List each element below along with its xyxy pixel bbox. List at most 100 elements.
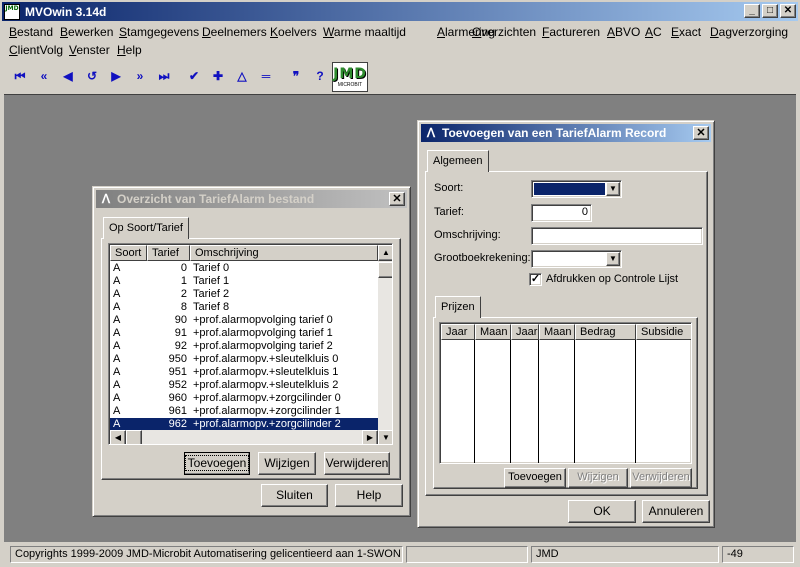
- tariff-list[interactable]: Soort Tarief Omschrijving A 0 Tarief 0 A 1 Ta…: [108, 243, 393, 445]
- overview-tab-panel: Soort Tarief Omschrijving A 0 Tarief 0 A 1 Ta…: [101, 238, 401, 480]
- refresh-icon[interactable]: ↺: [82, 66, 102, 86]
- prices-add-button[interactable]: Toevoegen: [504, 468, 566, 488]
- scroll-left-icon[interactable]: ◀: [110, 430, 126, 444]
- scroll-down-icon[interactable]: ▼: [378, 430, 392, 444]
- prev-record-icon[interactable]: ◀: [58, 66, 78, 86]
- column-maand-1[interactable]: Maan: [475, 324, 511, 340]
- cancel-button[interactable]: Annuleren: [642, 500, 710, 523]
- menu-overzichten[interactable]: Overzichten: [472, 25, 536, 39]
- overview-help-button[interactable]: Help: [335, 484, 403, 507]
- column-maand-2[interactable]: Maan: [539, 324, 575, 340]
- list-item[interactable]: A 8 Tarief 8: [110, 301, 378, 314]
- list-item[interactable]: A 92 +prof.alarmopvolging tarief 2: [110, 340, 378, 353]
- cell-omschrijving: +prof.alarmopvolging tarief 0: [193, 314, 333, 326]
- list-item[interactable]: A 951 +prof.alarmopv.+sleutelkluis 1: [110, 366, 378, 379]
- menu-help[interactable]: Help: [117, 43, 142, 57]
- column-subsidie[interactable]: Subsidie: [636, 324, 691, 340]
- list-vertical-scrollbar[interactable]: ▲: [378, 245, 392, 430]
- menu-factureren[interactable]: Factureren: [542, 25, 600, 39]
- scroll-up-icon[interactable]: ▲: [378, 245, 392, 261]
- column-jaar-2[interactable]: Jaar: [511, 324, 539, 340]
- list-item[interactable]: A 90 +prof.alarmopvolging tarief 0: [110, 314, 378, 327]
- hscroll-thumb[interactable]: [126, 430, 142, 444]
- add-dialog-close-icon[interactable]: ✕: [693, 126, 709, 140]
- status-user: JMD: [531, 546, 719, 563]
- list-item[interactable]: A 0 Tarief 0: [110, 262, 378, 275]
- scroll-thumb[interactable]: [378, 262, 392, 278]
- first-record-icon[interactable]: ⏮: [10, 66, 30, 86]
- cell-soort: A: [113, 262, 121, 274]
- overview-dialog-title-bar[interactable]: ⴷ Overzicht van TariefAlarm bestand ✕: [96, 190, 407, 208]
- tarief-input[interactable]: 0: [531, 204, 592, 222]
- column-soort[interactable]: Soort: [110, 245, 147, 261]
- overview-delete-button[interactable]: Verwijderen: [324, 452, 390, 475]
- tab-op-soort-tarief[interactable]: Op Soort/Tarief: [103, 217, 189, 239]
- prices-delete-button[interactable]: Verwijderen: [630, 468, 692, 488]
- list-horizontal-scrollbar[interactable]: ◀ ▶ ▼: [110, 430, 392, 444]
- edit-icon[interactable]: △: [232, 66, 252, 86]
- soort-combo[interactable]: ▼: [531, 180, 622, 198]
- next-page-icon[interactable]: »: [130, 66, 150, 86]
- column-omschrijving[interactable]: Omschrijving: [190, 245, 378, 261]
- app-title-bar[interactable]: JMD MVOwin 3.14d _ □ ✕: [2, 2, 798, 21]
- list-item[interactable]: A 91 +prof.alarmopvolging tarief 1: [110, 327, 378, 340]
- tab-prijzen[interactable]: Prijzen: [435, 296, 481, 318]
- quote-icon[interactable]: ❞: [286, 66, 306, 86]
- minimize-button[interactable]: _: [744, 4, 760, 18]
- list-item[interactable]: A 950 +prof.alarmopv.+sleutelkluis 0: [110, 353, 378, 366]
- menu-bar: Bestand Bewerken Stamgegevens Deelnemers…: [4, 23, 796, 59]
- column-bedrag[interactable]: Bedrag: [575, 324, 636, 340]
- menu-dagverzorging[interactable]: Dagverzorging: [710, 25, 788, 39]
- help-icon[interactable]: ?: [310, 66, 330, 86]
- overview-edit-button[interactable]: Wijzigen: [258, 452, 316, 475]
- column-tarief[interactable]: Tarief: [147, 245, 190, 261]
- menu-koelvers[interactable]: Koelvers: [270, 25, 317, 39]
- grootboek-combo[interactable]: ▼: [531, 250, 622, 268]
- prev-page-icon[interactable]: «: [34, 66, 54, 86]
- menu-venster[interactable]: Venster: [69, 43, 110, 57]
- menu-deelnemers[interactable]: Deelnemers: [202, 25, 267, 39]
- list-item[interactable]: A 961 +prof.alarmopv.+zorgcilinder 1: [110, 405, 378, 418]
- ok-label: OK: [593, 504, 611, 518]
- menu-clientvolg[interactable]: ClientVolg: [9, 43, 63, 57]
- menu-exact[interactable]: Exact: [671, 25, 701, 39]
- last-record-icon[interactable]: ⏭: [154, 66, 174, 86]
- delete-icon[interactable]: ═: [256, 66, 276, 86]
- list-item[interactable]: A 952 +prof.alarmopv.+sleutelkluis 2: [110, 379, 378, 392]
- status-copyright: Copyrights 1999-2009 JMD-Microbit Automa…: [10, 546, 403, 563]
- list-item[interactable]: A 960 +prof.alarmopv.+zorgcilinder 0: [110, 392, 378, 405]
- afdrukken-checkbox[interactable]: ✓: [529, 273, 542, 286]
- menu-warme-maaltijd[interactable]: Warme maaltijd: [323, 25, 406, 39]
- overview-close-icon[interactable]: ✕: [389, 192, 405, 206]
- prices-grid-header: Jaar Maan Jaar Maan Bedrag Subsidie: [441, 324, 691, 340]
- column-jaar-1[interactable]: Jaar: [441, 324, 475, 340]
- list-item[interactable]: A 2 Tarief 2: [110, 288, 378, 301]
- omschrijving-input[interactable]: [531, 227, 703, 245]
- ok-button[interactable]: OK: [568, 500, 636, 523]
- prices-grid[interactable]: Jaar Maan Jaar Maan Bedrag Subsidie: [439, 322, 692, 464]
- add-dialog-title-bar[interactable]: ⴷ Toevoegen van een TariefAlarm Record ✕: [421, 124, 711, 142]
- menu-abvo[interactable]: ABVO: [607, 25, 640, 39]
- jmd-logo-subtext: MICROBIT: [337, 82, 363, 88]
- close-button[interactable]: ✕: [780, 4, 796, 18]
- menu-bewerken[interactable]: Bewerken: [60, 25, 113, 39]
- prices-edit-button[interactable]: Wijzigen: [568, 468, 628, 488]
- close-overview-button[interactable]: Sluiten: [261, 484, 328, 507]
- jmd-logo-button[interactable]: JMD MICROBIT: [332, 62, 368, 92]
- scroll-right-icon[interactable]: ▶: [362, 430, 378, 444]
- add-icon[interactable]: ✚: [208, 66, 228, 86]
- chevron-down-icon[interactable]: ▼: [606, 182, 620, 196]
- chevron-down-icon[interactable]: ▼: [606, 252, 620, 266]
- next-record-icon[interactable]: ▶: [106, 66, 126, 86]
- menu-ac[interactable]: AC: [645, 25, 662, 39]
- confirm-icon[interactable]: ✔: [184, 66, 204, 86]
- tab-op-soort-tarief-label: Op Soort/Tarief: [109, 222, 183, 234]
- app-logo-icon: JMD: [4, 3, 20, 20]
- overview-add-button[interactable]: Toevoegen: [184, 452, 250, 475]
- soort-selection: [534, 183, 605, 195]
- tab-algemeen[interactable]: Algemeen: [427, 150, 489, 172]
- maximize-button[interactable]: □: [762, 4, 778, 18]
- list-item[interactable]: A 1 Tarief 1: [110, 275, 378, 288]
- menu-bestand[interactable]: Bestand: [9, 25, 53, 39]
- menu-stamgegevens[interactable]: Stamgegevens: [119, 25, 199, 39]
